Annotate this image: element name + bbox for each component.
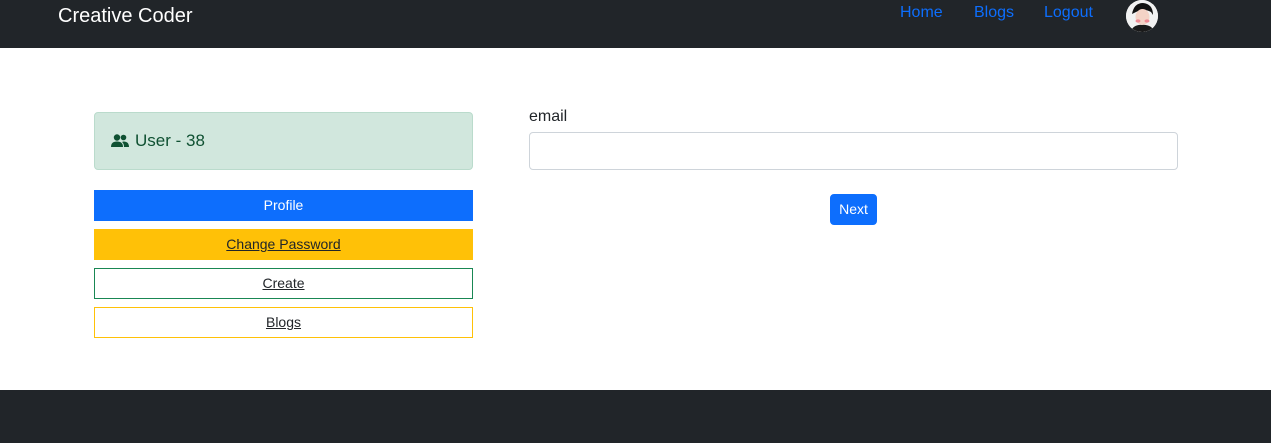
- change-password-button[interactable]: Change Password: [94, 229, 473, 260]
- avatar-image: [1126, 0, 1158, 32]
- nav-link-logout[interactable]: Logout: [1044, 3, 1093, 23]
- blogs-button[interactable]: Blogs: [94, 307, 473, 338]
- profile-button[interactable]: Profile: [94, 190, 473, 221]
- top-navbar: Creative Coder Home Blogs Logout: [0, 0, 1271, 48]
- create-button[interactable]: Create: [94, 268, 473, 299]
- next-button[interactable]: Next: [830, 194, 877, 225]
- email-label: email: [529, 108, 568, 125]
- email-field[interactable]: [529, 132, 1178, 170]
- user-info-panel: User - 38: [94, 112, 473, 170]
- user-label: User - 38: [135, 131, 205, 150]
- nav-link-home[interactable]: Home: [900, 3, 943, 23]
- brand-name[interactable]: Creative Coder: [58, 4, 193, 28]
- nav-link-blogs[interactable]: Blogs: [974, 3, 1014, 23]
- avatar[interactable]: [1126, 0, 1158, 32]
- footer: [0, 390, 1271, 443]
- users-icon: [111, 134, 129, 147]
